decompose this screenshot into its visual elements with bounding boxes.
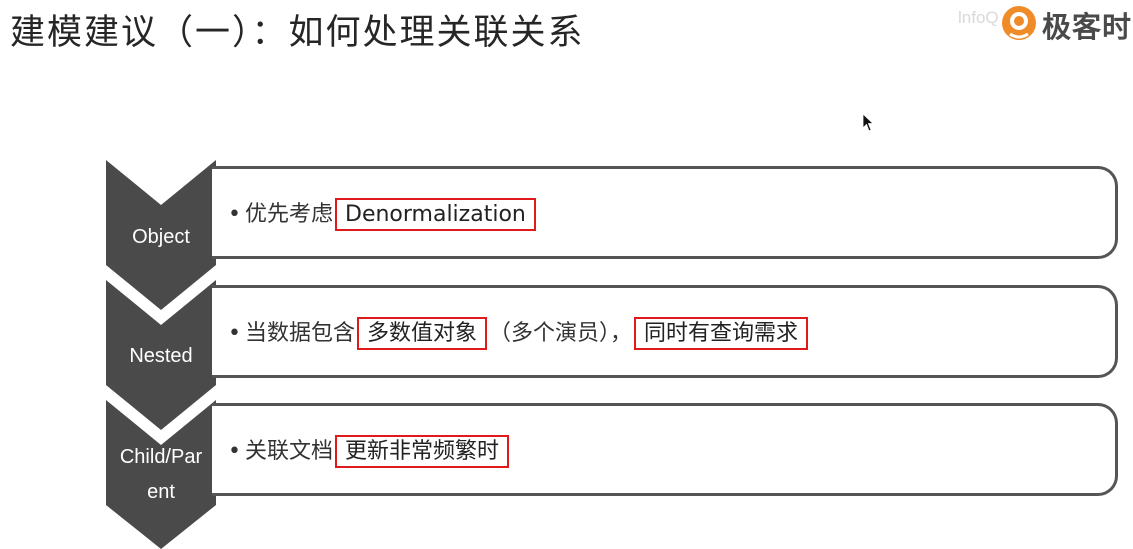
- chevron-label-child-parent-2: ent: [147, 481, 175, 503]
- highlight-box: 更新非常频繁时: [335, 435, 510, 468]
- watermark-text: lnfoQ: [958, 8, 999, 27]
- slide-title: 建模建议（一）：如何处理关联关系: [10, 13, 585, 53]
- brand-logo: 极客时: [1000, 2, 1133, 44]
- chevron-label-nested: Nested: [129, 345, 193, 367]
- mouse-cursor-icon: [862, 113, 874, 132]
- row-text-part: （多个演员），: [489, 321, 633, 346]
- row-text-child-parent: • 关联文档 更新非常频繁时: [228, 433, 511, 468]
- row-text-part: 当数据包含: [244, 321, 355, 346]
- bullet-icon: •: [228, 202, 241, 227]
- row-text-part: 关联文档: [244, 439, 333, 464]
- bullet-icon: •: [228, 321, 241, 346]
- row-text-nested: • 当数据包含 多数值对象 （多个演员）， 同时有查询需求: [228, 315, 810, 350]
- chevron-label-object: Object: [132, 226, 190, 248]
- highlight-box: Denormalization: [335, 198, 536, 231]
- highlight-box: 同时有查询需求: [634, 317, 809, 350]
- logo-text: 极客时: [1042, 10, 1133, 44]
- row-text-object: • 优先考虑 Denormalization: [228, 196, 538, 231]
- logo-mark-icon: [1002, 6, 1036, 40]
- bullet-icon: •: [228, 439, 241, 464]
- highlight-box: 多数值对象: [357, 317, 488, 350]
- chevron-label-child-parent-1: Child/Par: [119, 446, 203, 468]
- row-text-part: 优先考虑: [244, 202, 333, 227]
